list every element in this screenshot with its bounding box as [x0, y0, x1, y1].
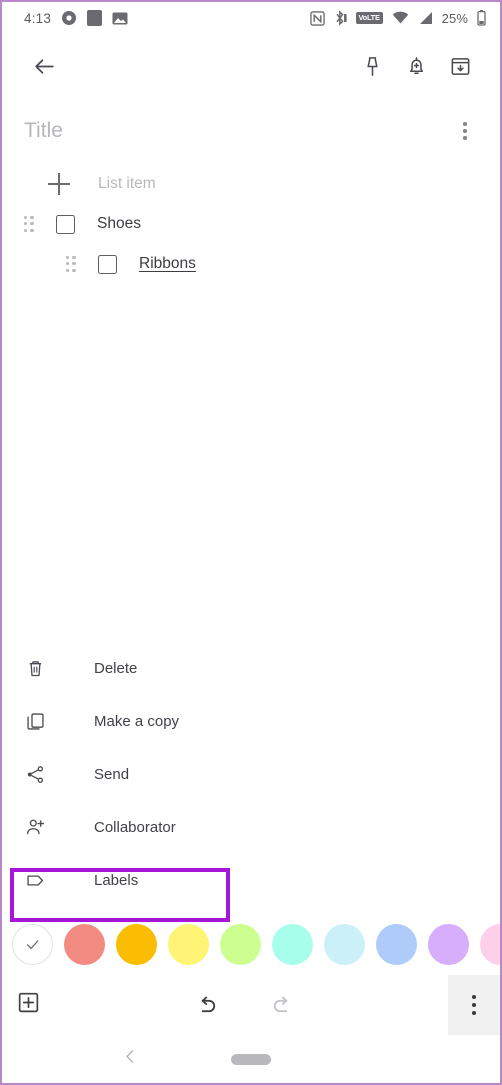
color-swatch-green[interactable] — [220, 923, 261, 965]
menu-item-collaborator[interactable]: Collaborator — [2, 801, 500, 854]
screen-record-icon — [87, 10, 103, 26]
checkbox[interactable] — [56, 214, 75, 234]
archive-button[interactable] — [438, 44, 482, 88]
undo-button[interactable] — [186, 983, 230, 1027]
bluetooth-icon — [335, 10, 347, 26]
color-swatch-teal[interactable] — [272, 923, 313, 965]
status-time: 4:13 — [24, 10, 52, 26]
menu-item-send[interactable]: Send — [2, 748, 500, 801]
color-swatch-coral[interactable] — [64, 923, 105, 965]
copy-icon — [18, 711, 52, 732]
add-reminder-button[interactable] — [394, 44, 438, 88]
color-swatch-blue[interactable] — [376, 923, 417, 965]
undo-icon — [201, 996, 216, 1012]
status-bar-left: 4:13 — [24, 10, 128, 26]
checklist: List item Shoes Ribbons — [2, 154, 500, 284]
list-item[interactable]: Shoes — [2, 204, 500, 244]
color-swatch-amber[interactable] — [116, 923, 157, 965]
dot — [463, 129, 467, 133]
nav-back-button[interactable] — [122, 1048, 139, 1070]
share-icon — [18, 764, 52, 785]
dot — [472, 995, 476, 999]
bottom-toolbar — [2, 975, 500, 1035]
note-options-menu: Delete Make a copy Send Collaborator Lab… — [2, 642, 500, 907]
trash-icon — [18, 658, 52, 679]
dot — [463, 136, 467, 140]
android-nav-bar — [2, 1035, 500, 1083]
note-title-row: Title — [2, 98, 500, 154]
undo-redo-group — [41, 983, 448, 1027]
list-item-label: Ribbons — [139, 255, 196, 272]
battery-percent: 25% — [441, 10, 468, 26]
dot — [472, 1011, 476, 1015]
person-add-icon — [18, 817, 52, 838]
signal-icon — [419, 12, 432, 24]
color-swatch-pink[interactable] — [480, 923, 500, 965]
dot — [472, 1003, 476, 1007]
app-bar — [2, 34, 500, 98]
list-item[interactable]: Ribbons — [2, 244, 500, 284]
redo-icon — [273, 996, 288, 1012]
archive-icon — [451, 57, 469, 75]
phone-screen: 4:13 VoLTE 25% Title List item Shoes Rib… — [0, 0, 502, 1085]
color-picker — [2, 913, 500, 975]
label-tag-icon — [18, 870, 52, 891]
drag-handle-icon[interactable] — [58, 251, 84, 277]
menu-item-label: Labels — [94, 872, 139, 889]
chevron-left-icon — [126, 1050, 134, 1063]
add-list-item-label: List item — [98, 175, 156, 192]
note-title-input[interactable]: Title — [24, 119, 448, 143]
add-list-item-row[interactable]: List item — [2, 164, 500, 204]
image-icon — [112, 12, 128, 24]
nfc-icon — [309, 10, 325, 26]
menu-item-label: Send — [94, 766, 130, 783]
battery-icon — [477, 10, 486, 26]
color-swatch-yellow[interactable] — [168, 923, 209, 965]
status-bar-right: VoLTE 25% — [309, 10, 486, 26]
color-swatch-default-none[interactable] — [12, 923, 53, 965]
menu-item-label: Delete — [94, 660, 138, 677]
color-swatch-light-blue[interactable] — [324, 923, 365, 965]
list-item-label: Shoes — [97, 215, 141, 232]
bottom-overflow-button[interactable] — [448, 975, 500, 1035]
menu-item-label: Make a copy — [94, 713, 180, 730]
add-box-icon — [18, 992, 39, 1013]
plus-icon — [46, 171, 72, 197]
note-overflow-button[interactable] — [448, 112, 482, 150]
check-icon — [26, 939, 39, 949]
menu-item-labels[interactable]: Labels — [2, 854, 500, 907]
menu-item-make-a-copy[interactable]: Make a copy — [2, 695, 500, 748]
alarm-clock-icon — [62, 11, 77, 25]
menu-item-label: Collaborator — [94, 819, 176, 836]
nav-home-pill[interactable] — [231, 1053, 271, 1065]
pin-icon — [366, 56, 378, 76]
drag-handle-icon[interactable] — [16, 211, 42, 237]
volte-icon: VoLTE — [355, 12, 383, 24]
dot — [463, 122, 467, 126]
menu-item-delete[interactable]: Delete — [2, 642, 500, 695]
bell-add-icon — [409, 56, 423, 74]
back-arrow-icon — [34, 58, 54, 74]
wifi-icon — [392, 11, 408, 24]
status-bar: 4:13 VoLTE 25% — [2, 2, 500, 34]
back-button[interactable] — [22, 44, 66, 88]
color-swatch-purple[interactable] — [428, 923, 469, 965]
redo-button[interactable] — [260, 983, 304, 1027]
checkbox[interactable] — [98, 254, 117, 274]
add-content-button[interactable] — [2, 990, 41, 1020]
pin-button[interactable] — [350, 44, 394, 88]
